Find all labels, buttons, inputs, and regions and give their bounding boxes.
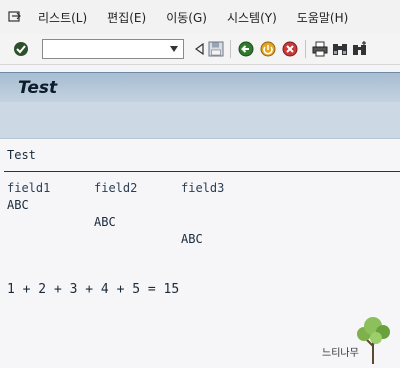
row3-field3-cell: ABC — [181, 232, 203, 246]
save-button[interactable] — [206, 38, 226, 60]
menu-system[interactable]: 시스템(Y) — [217, 0, 287, 34]
enter-check-button[interactable] — [8, 38, 34, 60]
menu-bar: 리스트(L) 편집(E) 이동(G) 시스템(Y) 도움말(H) — [0, 0, 400, 34]
check-icon — [14, 42, 28, 56]
toolbar-separator — [230, 40, 231, 58]
page-title: Test — [18, 78, 58, 98]
menu-list[interactable]: 리스트(L) — [28, 0, 97, 34]
row1-field1-cell: ABC — [7, 198, 29, 212]
collapse-command-button[interactable] — [192, 38, 206, 60]
find-next-button[interactable] — [350, 38, 370, 60]
menu-help[interactable]: 도움말(H) — [287, 0, 359, 34]
menu-edit[interactable]: 편집(E) — [97, 0, 156, 34]
print-icon — [312, 41, 328, 57]
toolbar-separator — [305, 40, 306, 58]
list-title: Test — [7, 148, 36, 162]
triangle-left-icon — [194, 43, 204, 55]
application-toolbar — [0, 102, 400, 139]
cancel-button[interactable] — [279, 38, 301, 60]
system-menu-icon[interactable] — [2, 11, 28, 23]
chevron-down-icon[interactable] — [167, 41, 181, 57]
title-underline — [4, 171, 400, 172]
print-button[interactable] — [310, 38, 330, 60]
watermark-text: 느티나무 — [322, 348, 359, 359]
binoculars-plus-icon — [353, 41, 366, 55]
standard-toolbar — [0, 34, 400, 65]
exit-button[interactable] — [257, 38, 279, 60]
column-header-field2: field2 — [94, 181, 138, 195]
save-icon — [208, 41, 224, 57]
back-button[interactable] — [235, 38, 257, 60]
sum-result-line: 1 + 2 + 3 + 4 + 5 = 15 — [7, 282, 180, 297]
command-field[interactable] — [42, 39, 184, 59]
menu-goto[interactable]: 이동(G) — [156, 0, 217, 34]
exit-icon — [260, 41, 276, 57]
binoculars-icon — [333, 44, 347, 55]
row2-field2-cell: ABC — [94, 215, 116, 229]
column-header-field3: field3 — [181, 181, 225, 195]
report-list: Test field1 field2 field3 ABC ABC ABC 1 … — [0, 139, 400, 368]
command-input[interactable] — [43, 41, 167, 57]
back-icon — [238, 41, 254, 57]
find-button[interactable] — [330, 38, 350, 60]
title-bar: Test — [0, 72, 400, 103]
cancel-icon — [282, 41, 298, 57]
column-header-field1: field1 — [7, 181, 51, 195]
